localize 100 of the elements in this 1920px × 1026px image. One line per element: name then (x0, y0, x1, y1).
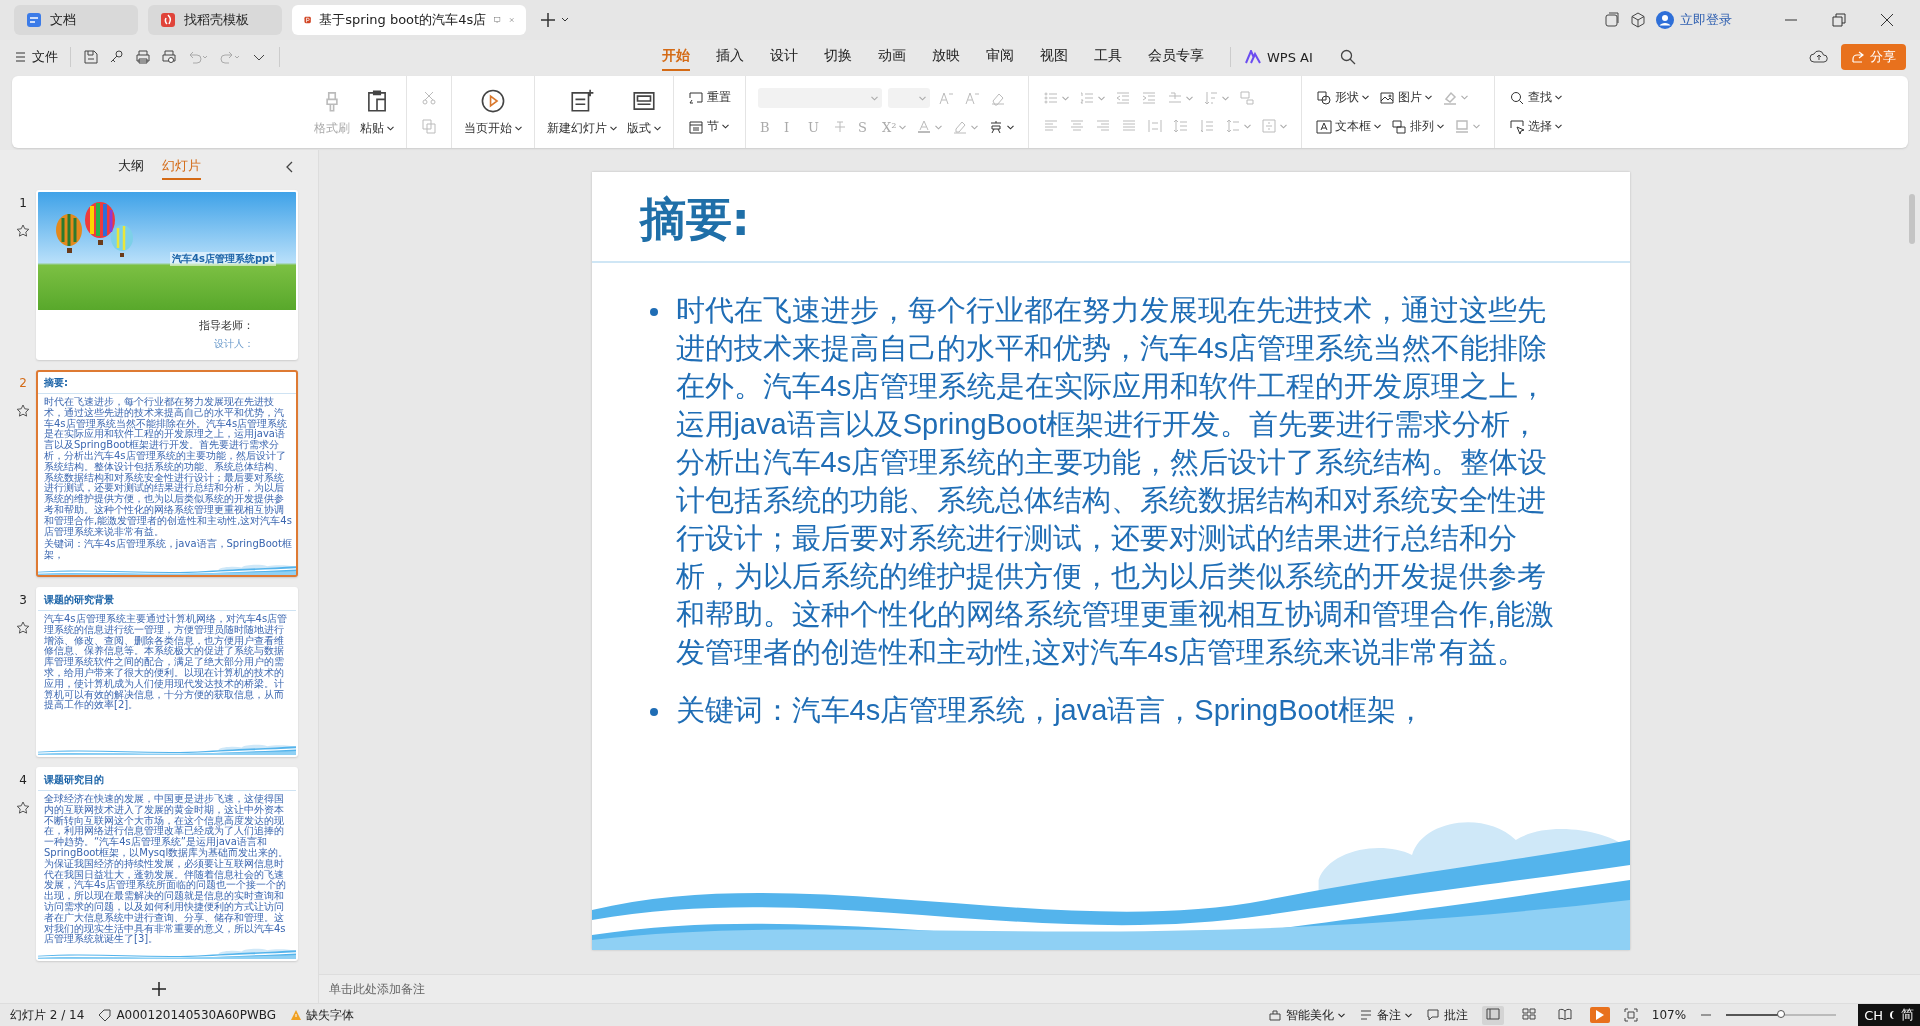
ribbon-tab[interactable]: 视图 (1040, 43, 1068, 71)
ribbon-tab[interactable]: 动画 (878, 43, 906, 71)
ribbon-tab[interactable]: 设计 (770, 43, 798, 71)
add-slide-icon[interactable] (151, 981, 167, 997)
paraspace-icon (1199, 118, 1216, 134)
ribbon-button[interactable]: 版式 (627, 87, 661, 137)
ribbon-button[interactable]: 选择 (1507, 117, 1565, 136)
slide-thumbnail[interactable] (36, 766, 298, 962)
slide-thumbnail[interactable] (36, 586, 298, 757)
file-menu[interactable]: 文件 (14, 48, 58, 66)
close-icon[interactable] (1880, 13, 1894, 27)
ribbon-tab[interactable]: 工具 (1094, 43, 1122, 71)
ribbon-button[interactable]: 节 (686, 117, 731, 136)
ime-indicator[interactable]: CH 简 (1858, 1004, 1920, 1026)
slide-number: 4 (19, 772, 27, 787)
ribbon-tab[interactable]: 切换 (824, 43, 852, 71)
caret-icon (1222, 95, 1230, 101)
picture-icon (1379, 89, 1396, 106)
newslide-icon (569, 87, 595, 114)
slideshow-button[interactable] (1589, 1007, 1610, 1023)
slide-thumbnail[interactable]: 汽车4s店管理系统ppt 指导老师： 设计人： (36, 190, 298, 360)
cube-icon[interactable] (1630, 12, 1646, 28)
redo-icon[interactable] (219, 49, 241, 65)
caret-icon (1098, 95, 1106, 101)
outline-icon (1454, 118, 1471, 135)
ribbon-button[interactable]: 重置 (686, 88, 733, 107)
comment-icon (1425, 1008, 1440, 1022)
caret-icon (1425, 95, 1433, 100)
document-tab[interactable]: 找稻壳模板 (148, 5, 282, 35)
spacing-icon (1225, 118, 1242, 134)
warning-icon (290, 1009, 303, 1021)
cloud-upload-icon[interactable] (1809, 48, 1829, 66)
beautify-button[interactable]: 智能美化 (1267, 1006, 1345, 1024)
ribbon-tab[interactable]: 放映 (932, 43, 960, 71)
ai-button[interactable]: WPS AI (1245, 49, 1313, 65)
notes-field[interactable]: 单击此处添加备注 (319, 974, 1920, 1003)
caret-icon (1473, 124, 1481, 129)
missing-fonts-button[interactable]: 缺失字体 (290, 1006, 355, 1024)
save-icon[interactable] (83, 49, 99, 65)
login-button[interactable]: 立即登录 (1656, 11, 1732, 29)
shape-icon (1316, 89, 1333, 106)
new-tab-icon[interactable] (540, 12, 570, 28)
slide-thumbnail[interactable] (36, 370, 298, 577)
indent-icon (1141, 90, 1158, 106)
ribbon-button[interactable]: 形状 (1314, 88, 1372, 107)
alignleft-icon (1043, 118, 1060, 134)
slide-title: 摘要: (38, 372, 296, 394)
document-tab[interactable]: 文档 (14, 5, 138, 35)
book-icon (1557, 1007, 1572, 1020)
reset-icon (688, 89, 704, 106)
document-tab[interactable]: 基于spring boot的汽车4s店 (292, 5, 526, 35)
caret-icon (654, 125, 661, 131)
search-icon[interactable] (1338, 48, 1357, 66)
slide-text: 指导老师： (199, 318, 254, 333)
caret-icon (1555, 95, 1563, 100)
ribbon-button[interactable]: 查找 (1507, 88, 1565, 107)
star-icon[interactable] (16, 224, 30, 238)
caret-icon (1404, 1012, 1412, 1018)
fontcolor-icon (916, 119, 933, 135)
star-icon[interactable] (16, 620, 30, 635)
sort-icon (1203, 90, 1220, 106)
print-icon[interactable] (135, 49, 151, 65)
caret-icon (1461, 95, 1469, 100)
ribbon-button[interactable]: 文本框 (1314, 117, 1384, 136)
print-preview-icon[interactable] (161, 49, 177, 65)
ribbon-button[interactable]: 排列 (1389, 117, 1447, 136)
view-button[interactable] (1481, 1005, 1504, 1025)
highlight-icon (952, 119, 969, 135)
window-icon[interactable] (1604, 12, 1620, 28)
key-icon[interactable] (109, 49, 125, 65)
textdir-icon (1167, 90, 1184, 106)
ribbon-tab[interactable]: 审阅 (986, 43, 1014, 71)
ribbon-button[interactable]: 图片 (1377, 88, 1435, 107)
comments-button[interactable]: 批注 (1425, 1006, 1468, 1024)
alignright-icon (1095, 118, 1112, 134)
notes-icon (1358, 1008, 1373, 1022)
ribbon-button[interactable]: 新建幻灯片 (547, 87, 617, 137)
panel-tab[interactable]: 大纲 (117, 154, 144, 180)
notes-button[interactable]: 备注 (1358, 1006, 1412, 1024)
play-icon (480, 87, 506, 114)
fit-window-icon[interactable] (1623, 1008, 1638, 1022)
search-icon (1509, 89, 1526, 106)
menu-icon (14, 51, 26, 63)
star-icon[interactable] (16, 800, 30, 815)
ribbon-tab[interactable]: 会员专享 (1148, 43, 1204, 71)
zoom-level[interactable]: 107% (1651, 1008, 1687, 1022)
star-icon[interactable] (16, 404, 30, 418)
select-tool-icon (1509, 118, 1526, 135)
slide-title: 汽车4s店管理系统ppt (170, 252, 276, 266)
bullet-dot (649, 308, 658, 317)
restore-icon[interactable] (1832, 13, 1846, 27)
caret-icon (899, 124, 907, 130)
ribbon-button[interactable]: 当页开始 (464, 87, 522, 137)
document-id-button[interactable]: A000120140530A60PWBG (98, 1008, 277, 1022)
fill-icon (1442, 89, 1459, 106)
caret-icon (1362, 95, 1370, 100)
ribbon-tab[interactable]: 插入 (716, 43, 744, 71)
undo-icon[interactable] (187, 49, 209, 65)
monitor-icon (494, 14, 501, 26)
ribbon-button[interactable]: 粘贴 (360, 87, 394, 137)
